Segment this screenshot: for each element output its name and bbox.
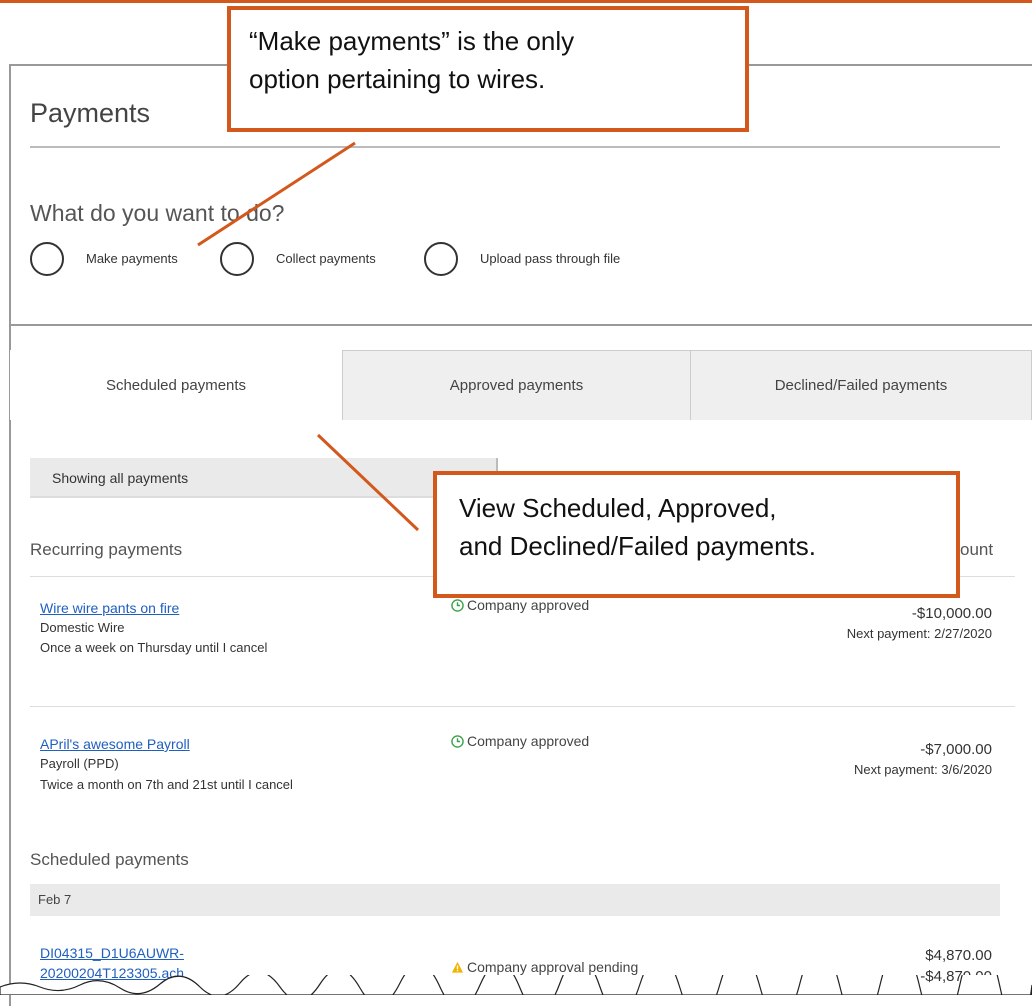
callout-line: “Make payments” is the only bbox=[249, 26, 575, 56]
callout-make-payments: “Make payments” is the only option perta… bbox=[227, 6, 749, 132]
callout-connector-make-payments bbox=[197, 141, 356, 247]
callout-line: and Declined/Failed payments. bbox=[459, 531, 816, 561]
callout-connector-tabs bbox=[316, 433, 420, 532]
callout-view-tabs: View Scheduled, Approved, and Declined/F… bbox=[433, 471, 960, 598]
callout-line: option pertaining to wires. bbox=[249, 64, 546, 94]
callout-line: View Scheduled, Approved, bbox=[459, 493, 777, 523]
